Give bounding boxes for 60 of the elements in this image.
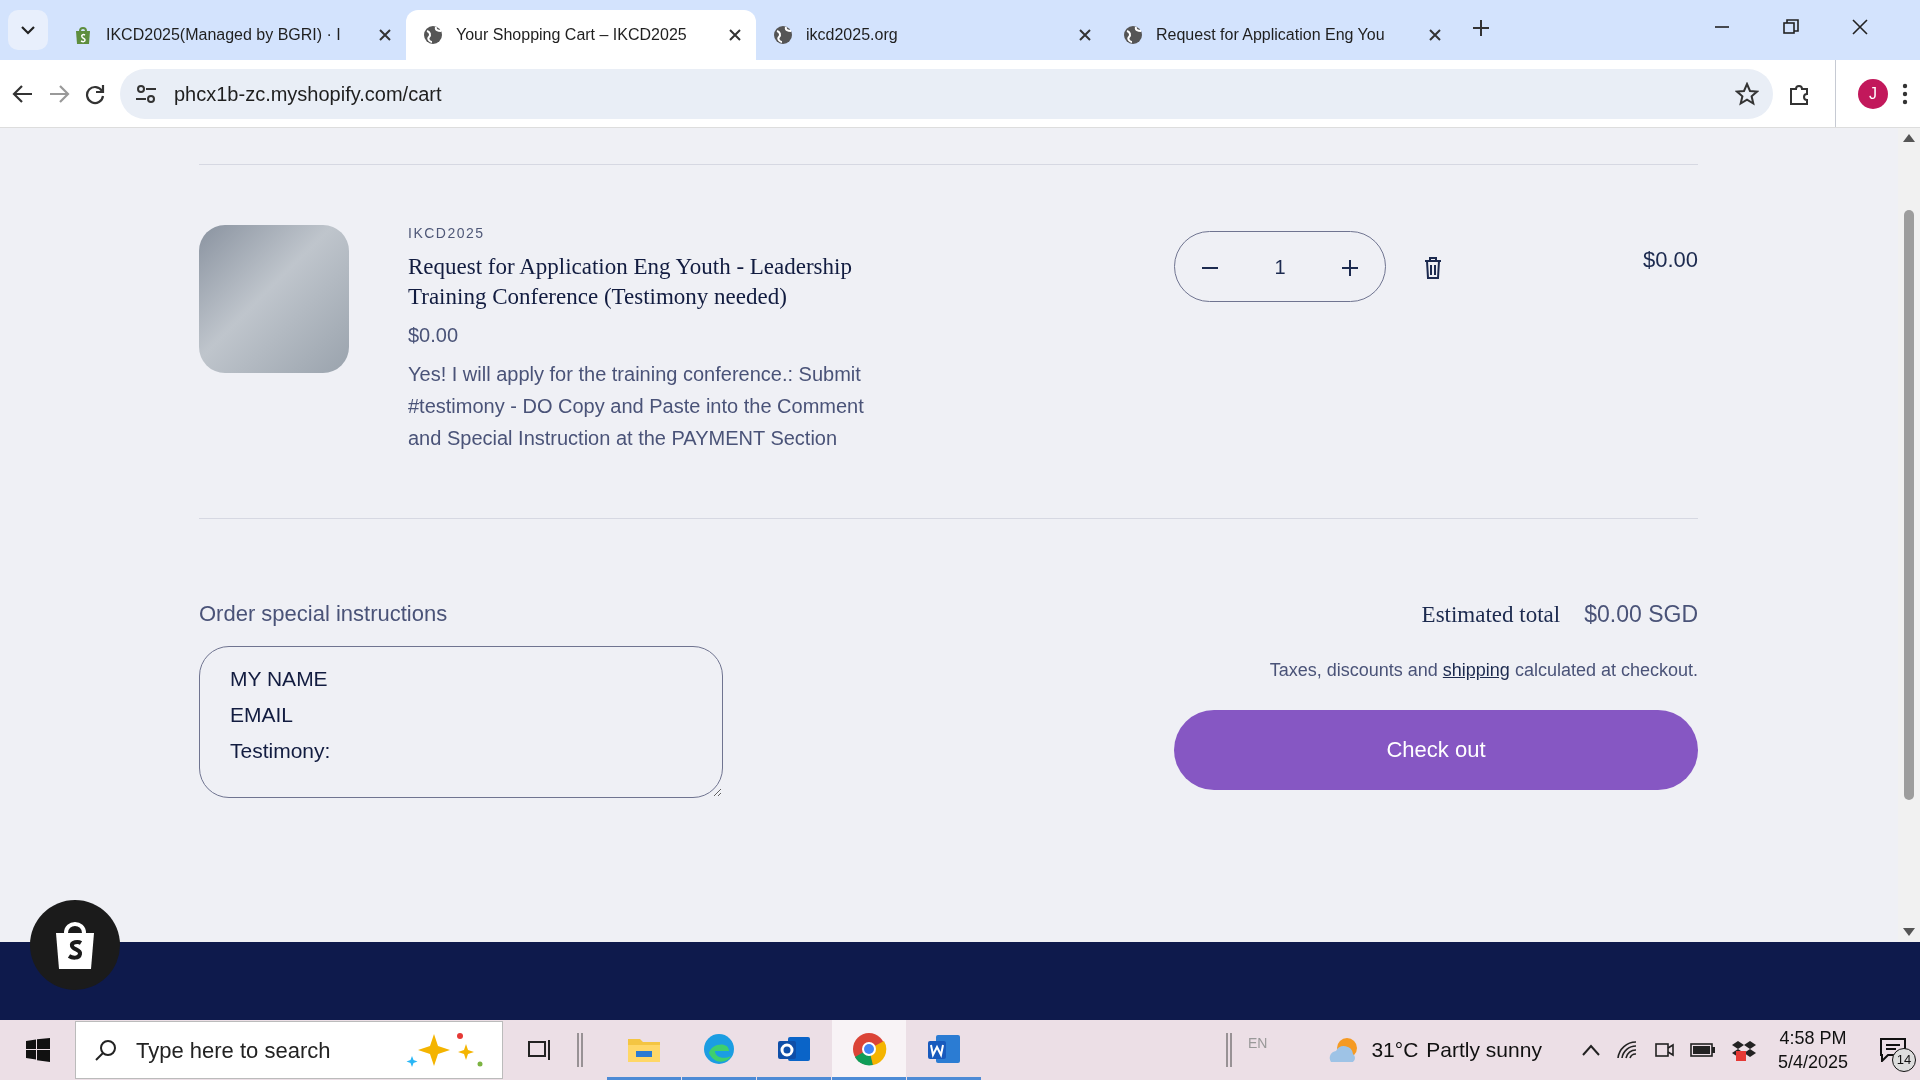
product-note: Yes! I will apply for the training conference.: Submit #testimony - DO Copy and Paste into the Comment and Special Instruction at the PAYMENT Section (408, 362, 865, 451)
task-view-icon[interactable] (527, 1038, 553, 1062)
language-indicator: EN (1248, 1034, 1268, 1053)
temperature-text: 31°C (1371, 1037, 1419, 1064)
search-icon (94, 1038, 118, 1062)
forward-icon[interactable] (48, 82, 70, 105)
scroll-down-icon[interactable] (1903, 928, 1915, 936)
globe-icon (1122, 24, 1144, 46)
windows-start-icon[interactable] (25, 1038, 50, 1062)
globe-icon (772, 24, 794, 46)
more-icon[interactable] (1902, 82, 1908, 105)
chrome-icon[interactable] (851, 1030, 887, 1067)
chevron-down-icon (20, 25, 36, 35)
quantity-value: 1 (1274, 254, 1286, 280)
meeting-icon[interactable] (1653, 1040, 1674, 1060)
browser-tab[interactable]: ikcd2025.org (756, 10, 1106, 60)
estimated-total-value: $0.00 SGD (1584, 600, 1698, 629)
minus-icon (1202, 266, 1218, 271)
taskbar-divider-icon (577, 1033, 583, 1068)
back-icon[interactable] (12, 82, 34, 105)
wifi-icon[interactable] (1615, 1040, 1638, 1060)
reload-icon[interactable] (84, 82, 106, 105)
plus-icon[interactable] (1472, 19, 1490, 37)
chevron-up-icon[interactable] (1581, 1044, 1600, 1056)
browser-tab[interactable]: Your Shopping Cart – IKCD2025 (406, 10, 756, 60)
shipping-link[interactable]: shipping (1442, 659, 1510, 680)
tax-note: Taxes, discounts and shipping calculated at checkout. (1269, 658, 1698, 682)
instructions-label: Order special instructions (199, 600, 449, 628)
close-icon[interactable] (1428, 28, 1442, 42)
globe-icon (422, 24, 444, 46)
clock-time: 4:58 PM (1779, 1027, 1847, 1050)
estimated-total-label: Estimated total (1421, 601, 1561, 629)
restore-icon[interactable] (1782, 17, 1800, 36)
close-icon[interactable] (1851, 17, 1869, 36)
line-total: $0.00 (1642, 246, 1698, 274)
close-icon[interactable] (378, 28, 392, 42)
checkout-button[interactable]: Check out (1174, 709, 1698, 790)
profile-avatar[interactable]: J (1858, 78, 1888, 109)
taskbar-divider-icon (1226, 1033, 1232, 1067)
tab-list-button[interactable] (8, 10, 48, 50)
taskbar-search-field[interactable]: Type here to search (75, 1021, 503, 1079)
product-price: $0.00 (408, 323, 460, 348)
instructions-field[interactable]: MY NAME EMAIL Testimony: (199, 646, 723, 798)
product-title[interactable]: Request for Application Eng Youth - Leadership Training Conference (Testimony needed) (408, 252, 853, 312)
product-vendor: IKCD2025 (408, 224, 486, 243)
trash-icon[interactable] (1424, 257, 1442, 279)
weather-text: Partly sunny (1426, 1037, 1542, 1064)
browser-tab[interactable]: IKCD2025(Managed by BGRI) · I (56, 10, 406, 60)
close-icon[interactable] (728, 28, 742, 42)
scrollbar-thumb[interactable] (1904, 210, 1914, 800)
notification-badge: 14 (1892, 1048, 1916, 1072)
plus-icon (1342, 260, 1358, 277)
battery-icon[interactable] (1689, 1042, 1716, 1058)
star-icon[interactable] (1735, 81, 1759, 106)
dropbox-icon[interactable] (1731, 1039, 1756, 1061)
browser-tab[interactable]: Request for Application Eng You (1106, 10, 1456, 60)
scroll-up-icon[interactable] (1903, 134, 1915, 142)
clock-date: 5/4/2025 (1777, 1051, 1848, 1074)
address-bar[interactable]: phcx1b-zc.myshopify.com/cart (120, 68, 1773, 119)
close-icon[interactable] (1078, 28, 1092, 42)
